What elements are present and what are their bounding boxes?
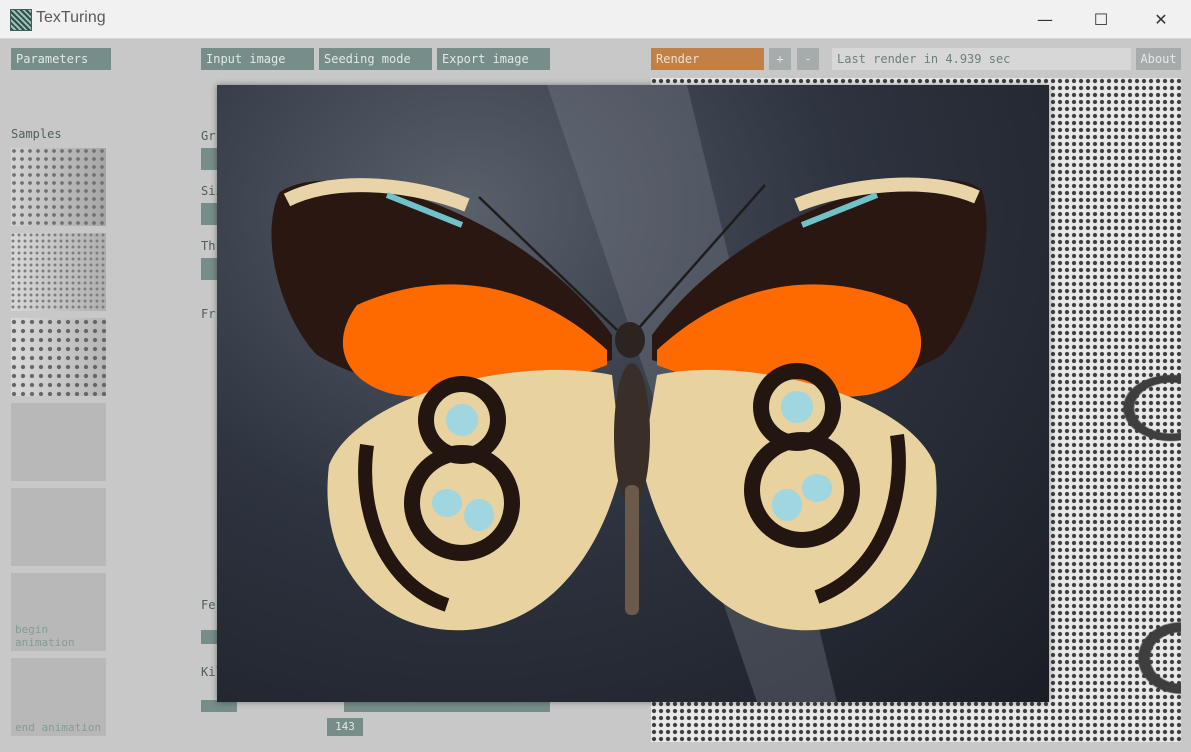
app-title: TexTuring xyxy=(36,9,106,26)
close-button[interactable]: ✕ xyxy=(1133,0,1189,38)
input-image-preview[interactable] xyxy=(217,85,1049,702)
butterfly-image xyxy=(271,85,987,702)
app-icon xyxy=(10,9,32,31)
minimize-button[interactable]: — xyxy=(1017,0,1073,38)
maximize-button[interactable]: ☐ xyxy=(1073,0,1129,38)
title-bar: TexTuring — ☐ ✕ xyxy=(0,0,1191,39)
